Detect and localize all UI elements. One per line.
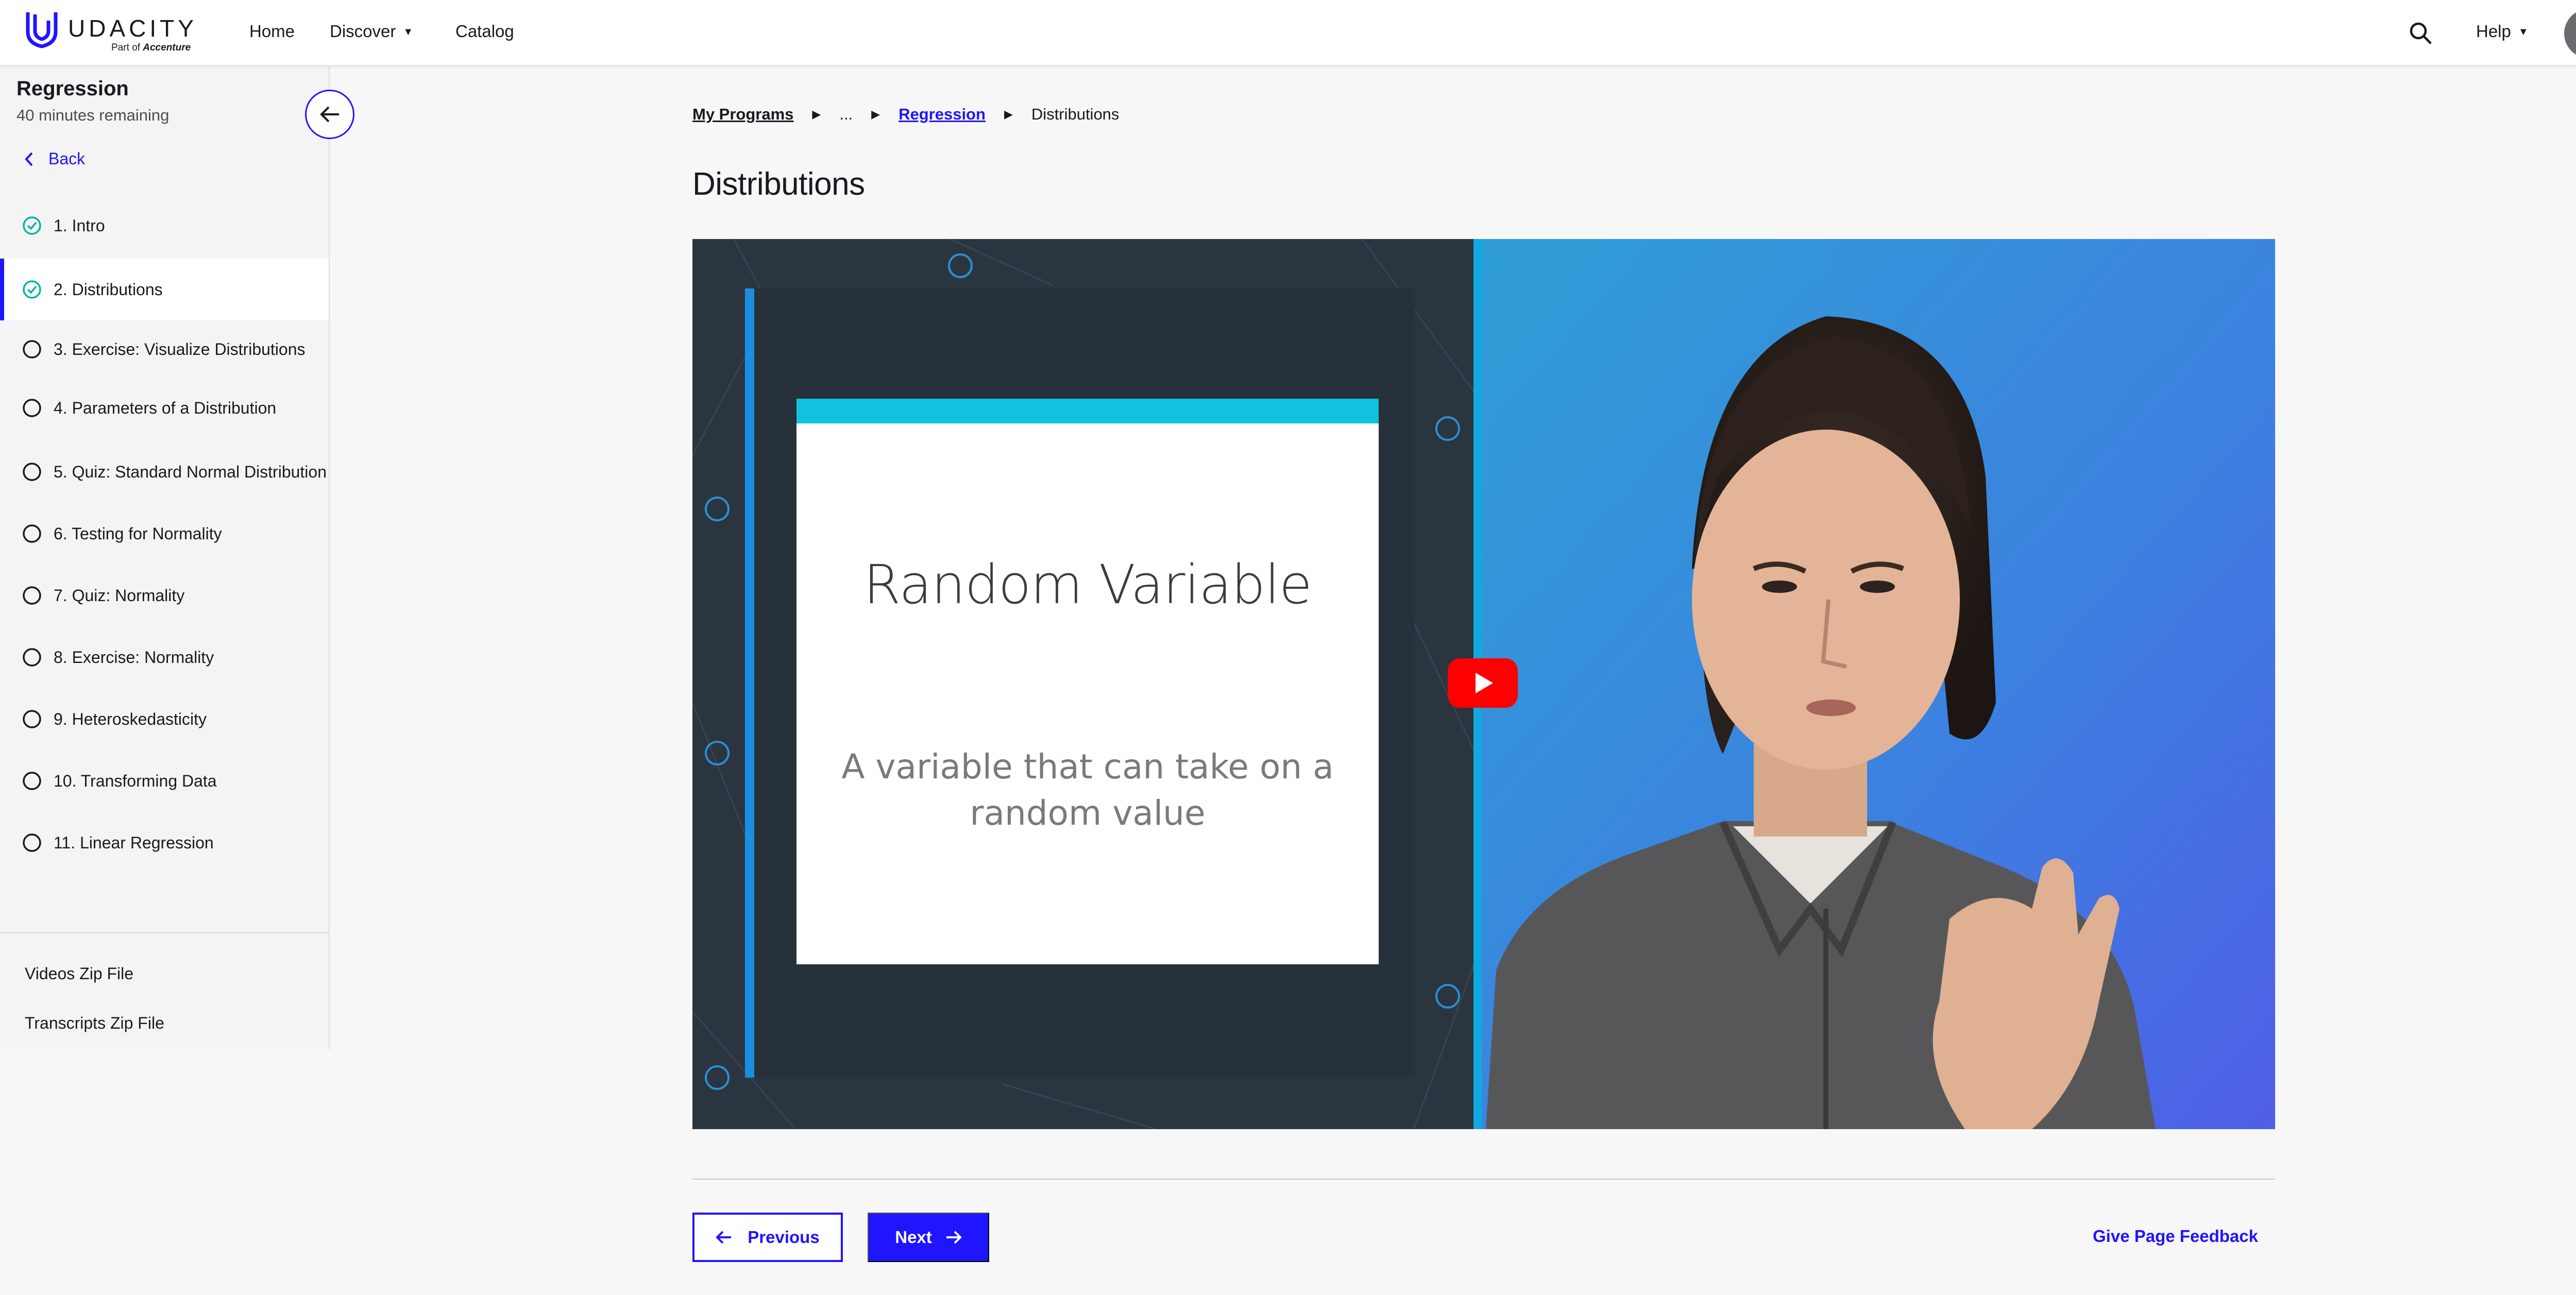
caret-down-icon: ▼ <box>403 26 414 38</box>
breadcrumb-separator-icon: ▶ <box>1004 108 1013 121</box>
user-avatar[interactable]: HC <box>2564 9 2576 58</box>
give-page-feedback-link[interactable]: Give Page Feedback <box>2093 1226 2258 1246</box>
sidebar-divider <box>0 932 329 933</box>
breadcrumb-my-programs[interactable]: My Programs <box>692 105 793 124</box>
sidebar-item-quiz-normality[interactable]: 7. Quiz: Normality <box>0 585 329 608</box>
empty-circle-icon <box>23 399 41 417</box>
previous-label: Previous <box>748 1228 820 1247</box>
next-label: Next <box>895 1228 932 1247</box>
check-circle-icon <box>23 280 41 299</box>
logo-subtitle: Part of Accenture <box>111 42 191 54</box>
empty-circle-icon <box>23 710 41 728</box>
caret-down-icon: ▼ <box>2518 26 2529 38</box>
empty-circle-icon <box>23 340 41 359</box>
sidebar-item-label: 5. Quiz: Standard Normal Distribution <box>54 463 327 481</box>
empty-circle-icon <box>23 772 41 790</box>
breadcrumb-separator-icon: ▶ <box>871 108 880 121</box>
udacity-logo[interactable]: UDACITY Part of Accenture <box>24 9 209 57</box>
collapse-sidebar-button[interactable] <box>305 90 354 139</box>
transcripts-zip-link[interactable]: Transcripts Zip File <box>25 1014 164 1033</box>
slide-text: A variable that can take on a random val… <box>841 747 1334 833</box>
udacity-logo-icon <box>26 12 58 48</box>
sidebar-item-label: 8. Exercise: Normality <box>54 648 214 667</box>
sidebar-item-parameters-of-a-distribution[interactable]: 4. Parameters of a Distribution <box>0 398 329 420</box>
time-remaining: 40 minutes remaining <box>16 106 170 124</box>
sidebar-item-label: 10. Transforming Data <box>54 772 217 790</box>
back-link[interactable]: Back <box>24 149 85 168</box>
sidebar-item-label: 3. Exercise: Visualize Distributions <box>54 340 306 359</box>
chevron-left-icon <box>25 152 33 166</box>
logo-subtitle-prefix: Part of <box>111 42 140 53</box>
empty-circle-icon <box>23 648 41 667</box>
arrow-right-icon <box>946 1231 962 1244</box>
check-circle-icon <box>23 216 41 235</box>
empty-circle-icon <box>23 586 41 605</box>
logo-subtitle-brand: Accenture <box>143 42 191 53</box>
previous-button[interactable]: Previous <box>692 1213 843 1262</box>
sidebar-item-label: 11. Linear Regression <box>54 833 214 852</box>
sidebar-item-distributions[interactable]: 2. Distributions <box>0 259 329 320</box>
page-title: Distributions <box>692 166 865 202</box>
sidebar-item-linear-regression[interactable]: 11. Linear Regression <box>0 832 329 855</box>
sidebar-item-label: 7. Quiz: Normality <box>54 586 185 605</box>
logo-wordmark: UDACITY <box>68 15 197 42</box>
sidebar-item-testing-for-normality[interactable]: 6. Testing for Normality <box>0 523 329 546</box>
sidebar-item-label: 4. Parameters of a Distribution <box>54 399 277 417</box>
nav-discover-menu[interactable]: Discover ▼ <box>330 22 413 41</box>
sidebar-item-label: 6. Testing for Normality <box>54 524 222 543</box>
nav-catalog-link[interactable]: Catalog <box>455 22 514 41</box>
sidebar-item-intro[interactable]: 1. Intro <box>0 215 329 238</box>
slide-title: Random Variable <box>863 553 1312 616</box>
next-button[interactable]: Next <box>868 1213 989 1262</box>
breadcrumb-regression[interactable]: Regression <box>899 105 986 124</box>
top-navigation-bar: UDACITY Part of Accenture Home Discover ▼… <box>0 0 2576 66</box>
back-label: Back <box>48 149 86 168</box>
breadcrumb-ellipsis[interactable]: ... <box>839 105 853 124</box>
sidebar-item-exercise-normality[interactable]: 8. Exercise: Normality <box>0 647 329 670</box>
sidebar-item-label: 9. Heteroskedasticity <box>54 710 207 728</box>
empty-circle-icon <box>23 524 41 543</box>
empty-circle-icon <box>23 833 41 852</box>
play-button[interactable] <box>1448 658 1518 708</box>
nav-help-label: Help <box>2476 22 2511 41</box>
play-icon <box>1476 673 1493 693</box>
sidebar-item-label: 1. Intro <box>54 216 105 235</box>
arrow-left-icon <box>320 106 339 123</box>
video-player[interactable]: Random Variable A variable that can take… <box>692 239 2275 1129</box>
lesson-title: Regression <box>16 77 129 100</box>
videos-zip-link[interactable]: Videos Zip File <box>25 964 133 983</box>
arrow-left-icon <box>716 1231 732 1244</box>
sidebar-item-quiz-standard-normal-distribution[interactable]: 5. Quiz: Standard Normal Distribution <box>0 462 329 484</box>
search-icon <box>2410 22 2432 44</box>
nav-discover-label: Discover <box>330 22 396 41</box>
empty-circle-icon <box>23 463 41 481</box>
nav-help-menu[interactable]: Help ▼ <box>2476 22 2529 41</box>
lesson-sidebar: Regression 40 minutes remaining Back 1. … <box>0 66 330 1049</box>
nav-home-link[interactable]: Home <box>249 22 295 41</box>
breadcrumb-separator-icon: ▶ <box>812 108 821 121</box>
sidebar-item-transforming-data[interactable]: 10. Transforming Data <box>0 771 329 793</box>
sidebar-item-exercise-visualize-distributions[interactable]: 3. Exercise: Visualize Distributions <box>0 339 329 362</box>
content-divider <box>692 1179 2275 1180</box>
sidebar-item-heteroskedasticity[interactable]: 9. Heteroskedasticity <box>0 709 329 731</box>
search-button[interactable] <box>2408 21 2433 45</box>
breadcrumb: My Programs ▶ ... ▶ Regression ▶ Distrib… <box>692 105 1119 124</box>
breadcrumb-current: Distributions <box>1031 105 1120 123</box>
sidebar-item-label: 2. Distributions <box>54 280 163 299</box>
